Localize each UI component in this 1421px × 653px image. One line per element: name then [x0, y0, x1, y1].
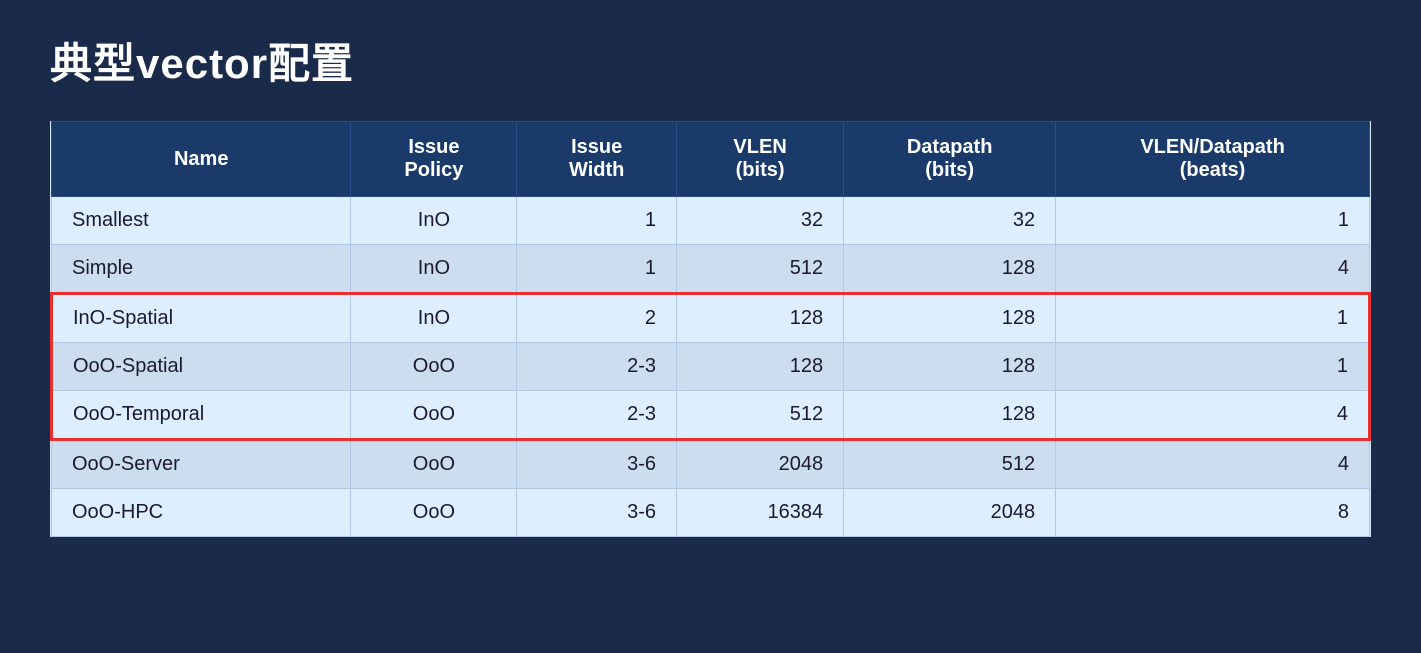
cell-name: InO-Spatial [52, 294, 351, 343]
cell-vlen_datapath: 4 [1056, 245, 1370, 294]
table-row: OoO-TemporalOoO2-35121284 [52, 391, 1370, 440]
cell-issue_width: 2-3 [517, 343, 677, 391]
data-table: Name IssuePolicy IssueWidth VLEN(bits) D… [50, 121, 1371, 537]
cell-issue_policy: OoO [351, 343, 517, 391]
cell-issue_policy: InO [351, 197, 517, 245]
cell-datapath: 128 [844, 343, 1056, 391]
cell-issue_policy: OoO [351, 391, 517, 440]
cell-vlen: 128 [677, 294, 844, 343]
table-row: OoO-ServerOoO3-620485124 [52, 440, 1370, 489]
cell-name: OoO-HPC [52, 489, 351, 537]
cell-vlen: 128 [677, 343, 844, 391]
cell-issue_policy: OoO [351, 440, 517, 489]
cell-datapath: 128 [844, 245, 1056, 294]
table-header-row: Name IssuePolicy IssueWidth VLEN(bits) D… [52, 122, 1370, 197]
table-row: SimpleInO15121284 [52, 245, 1370, 294]
cell-issue_width: 2-3 [517, 391, 677, 440]
cell-datapath: 128 [844, 294, 1056, 343]
page-title: 典型vector配置 [50, 30, 1371, 91]
cell-vlen_datapath: 4 [1056, 391, 1370, 440]
cell-vlen_datapath: 4 [1056, 440, 1370, 489]
cell-datapath: 32 [844, 197, 1056, 245]
col-header-vlen: VLEN(bits) [677, 122, 844, 197]
cell-issue_width: 3-6 [517, 440, 677, 489]
table-row: SmallestInO132321 [52, 197, 1370, 245]
cell-datapath: 2048 [844, 489, 1056, 537]
cell-vlen_datapath: 8 [1056, 489, 1370, 537]
cell-name: Simple [52, 245, 351, 294]
cell-name: OoO-Server [52, 440, 351, 489]
col-header-name: Name [52, 122, 351, 197]
table-row: InO-SpatialInO21281281 [52, 294, 1370, 343]
cell-datapath: 128 [844, 391, 1056, 440]
cell-vlen_datapath: 1 [1056, 343, 1370, 391]
cell-name: OoO-Temporal [52, 391, 351, 440]
cell-vlen: 2048 [677, 440, 844, 489]
cell-issue_policy: InO [351, 294, 517, 343]
cell-name: OoO-Spatial [52, 343, 351, 391]
cell-issue_width: 2 [517, 294, 677, 343]
cell-issue_width: 3-6 [517, 489, 677, 537]
col-header-datapath: Datapath(bits) [844, 122, 1056, 197]
cell-vlen: 512 [677, 245, 844, 294]
cell-name: Smallest [52, 197, 351, 245]
cell-vlen: 512 [677, 391, 844, 440]
cell-vlen: 32 [677, 197, 844, 245]
cell-vlen: 16384 [677, 489, 844, 537]
table-wrapper: Name IssuePolicy IssueWidth VLEN(bits) D… [50, 121, 1371, 623]
cell-datapath: 512 [844, 440, 1056, 489]
col-header-vlen-datapath: VLEN/Datapath(beats) [1056, 122, 1370, 197]
cell-issue_width: 1 [517, 245, 677, 294]
col-header-issue-width: IssueWidth [517, 122, 677, 197]
table-row: OoO-HPCOoO3-61638420488 [52, 489, 1370, 537]
table-row: OoO-SpatialOoO2-31281281 [52, 343, 1370, 391]
col-header-issue-policy: IssuePolicy [351, 122, 517, 197]
cell-issue_policy: InO [351, 245, 517, 294]
cell-issue_width: 1 [517, 197, 677, 245]
cell-issue_policy: OoO [351, 489, 517, 537]
cell-vlen_datapath: 1 [1056, 197, 1370, 245]
cell-vlen_datapath: 1 [1056, 294, 1370, 343]
